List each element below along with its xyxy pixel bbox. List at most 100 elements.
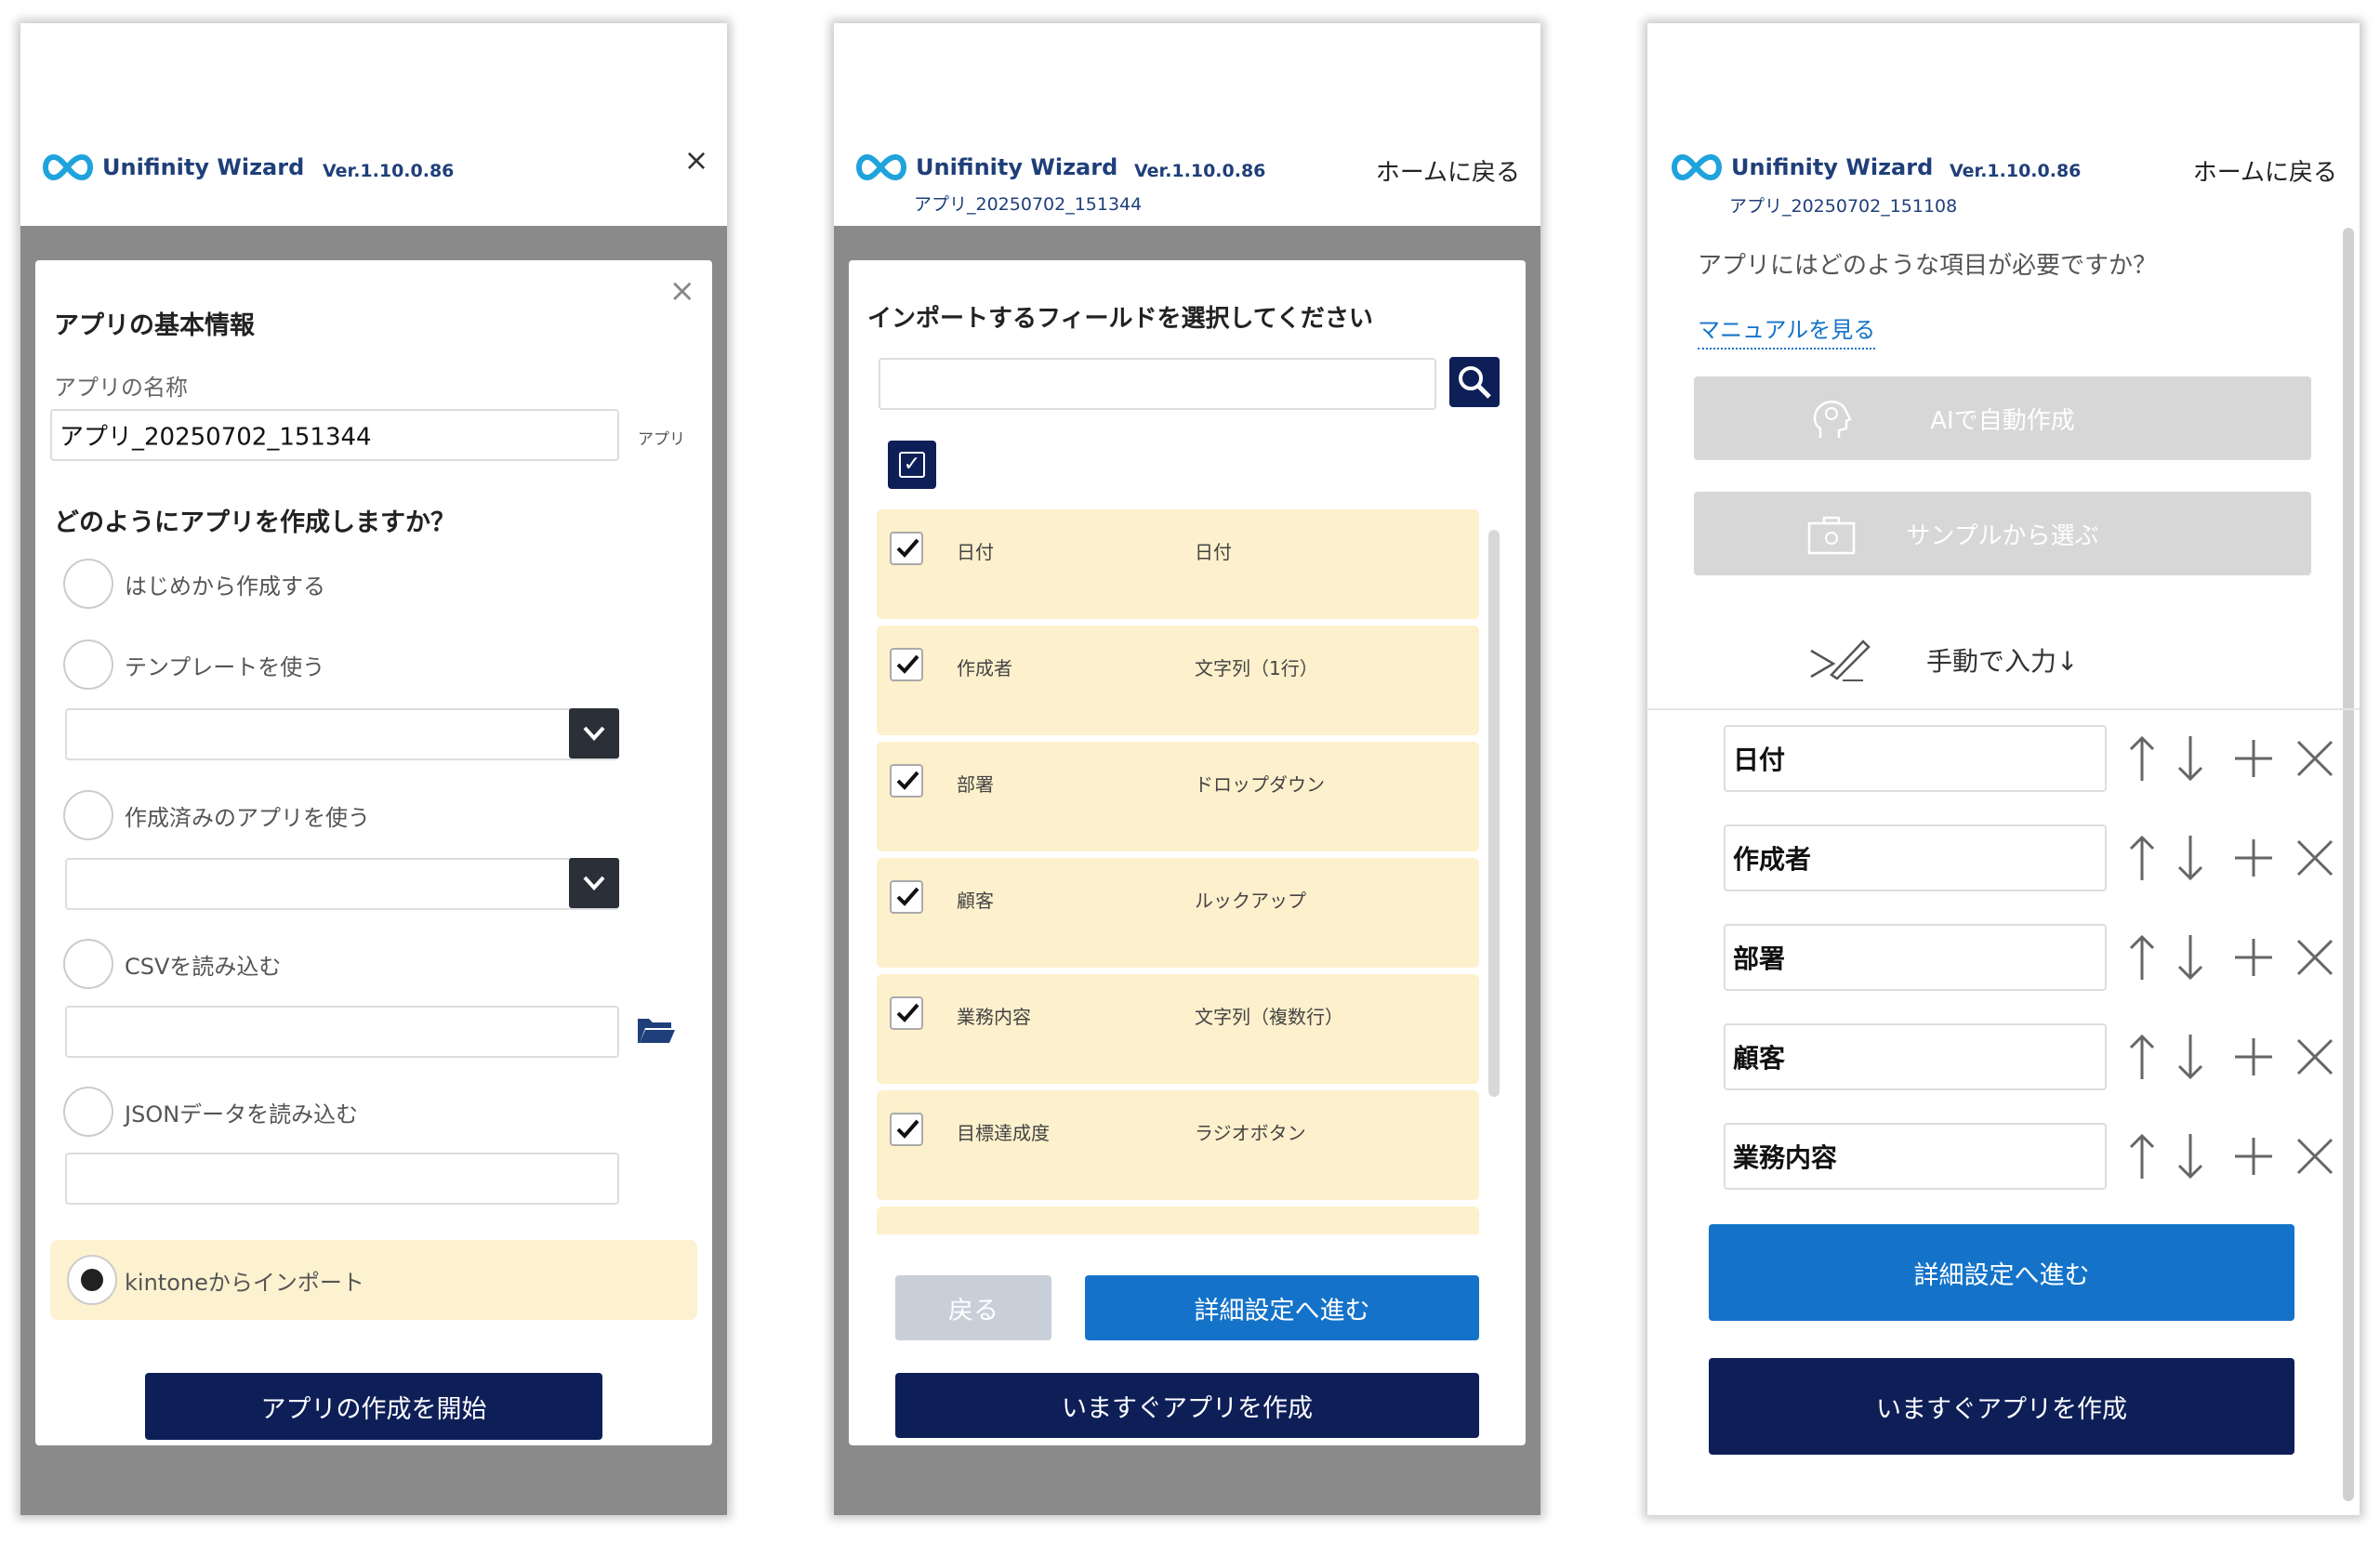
- search-button[interactable]: [1449, 357, 1500, 407]
- delete-item-button[interactable]: [2293, 1128, 2337, 1184]
- option-template[interactable]: テンプレートを使う: [48, 632, 699, 697]
- plus-icon: [2235, 839, 2272, 877]
- create-now-button[interactable]: いますぐアプリを作成: [895, 1373, 1479, 1438]
- option-existing-app[interactable]: 作成済みのアプリを使う: [48, 783, 699, 848]
- sample-select-label: サンプルから選ぶ: [1906, 521, 2099, 550]
- home-link[interactable]: ホームに戻る: [2193, 153, 2337, 188]
- move-up-button[interactable]: [2120, 930, 2164, 985]
- move-down-button[interactable]: [2168, 731, 2213, 786]
- app-name-input[interactable]: アプリ_20250702_151344: [50, 409, 619, 461]
- move-down-button[interactable]: [2168, 1128, 2213, 1184]
- dropdown-button[interactable]: [569, 858, 619, 908]
- list-item[interactable]: 作成者 文字列（1行）: [877, 626, 1479, 735]
- ai-create-label: AIで自動作成: [1930, 406, 2075, 435]
- folder-open-icon[interactable]: [636, 1013, 677, 1047]
- ai-create-button[interactable]: AIで自動作成: [1694, 376, 2311, 460]
- start-create-button[interactable]: アプリの作成を開始: [145, 1373, 602, 1440]
- field-name: 顧客: [957, 890, 994, 912]
- delete-item-button[interactable]: [2293, 731, 2337, 786]
- list-item[interactable]: 日付 日付: [877, 509, 1479, 619]
- close-icon[interactable]: ×: [682, 145, 710, 175]
- check-icon: [896, 538, 919, 558]
- move-up-button[interactable]: [2120, 731, 2164, 786]
- home-link[interactable]: ホームに戻る: [1376, 153, 1520, 188]
- add-item-button[interactable]: [2231, 1128, 2276, 1184]
- list-item[interactable]: 部署 ドロップダウン: [877, 742, 1479, 851]
- move-up-button[interactable]: [2120, 830, 2164, 886]
- infinity-logo-icon: [856, 153, 906, 181]
- arrow-down-icon: [2177, 935, 2203, 981]
- field-name: 業務内容: [957, 1006, 1031, 1028]
- wizard-panel-fields: Unifinity Wizard Ver.1.10.0.86 アプリ_20250…: [1647, 23, 2360, 1515]
- radio-button[interactable]: [63, 640, 113, 690]
- add-item-button[interactable]: [2231, 830, 2276, 886]
- field-item-input[interactable]: 作成者: [1724, 824, 2107, 891]
- advanced-settings-button[interactable]: 詳細設定へ進む: [1085, 1275, 1479, 1340]
- brand-logo: Unifinity Wizard: [853, 144, 1117, 191]
- template-select[interactable]: [65, 708, 619, 760]
- chevron-down-icon: [583, 876, 605, 890]
- select-all-checkbox[interactable]: ✓: [888, 441, 936, 489]
- field-item-input[interactable]: 日付: [1724, 725, 2107, 792]
- radio-button-selected[interactable]: [67, 1255, 117, 1305]
- option-scratch[interactable]: はじめから作成する: [48, 551, 699, 616]
- radio-button[interactable]: [63, 559, 113, 609]
- field-name: 日付: [957, 541, 994, 563]
- list-item[interactable]: 目標達成度 ラジオボタン: [877, 1090, 1479, 1200]
- field-item-input[interactable]: 部署: [1724, 924, 2107, 991]
- move-down-button[interactable]: [2168, 1029, 2213, 1085]
- option-csv[interactable]: CSVを読み込む: [48, 931, 699, 996]
- option-label: JSONデータを読み込む: [125, 1101, 359, 1128]
- add-item-button[interactable]: [2231, 1029, 2276, 1085]
- list-item[interactable]: 業務内容 文字列（複数行）: [877, 974, 1479, 1084]
- move-down-button[interactable]: [2168, 930, 2213, 985]
- field-type: 日付: [1195, 541, 1232, 563]
- manual-input-label: 手動で入力↓: [1926, 646, 2079, 677]
- field-checkbox[interactable]: [890, 880, 923, 914]
- delete-item-button[interactable]: [2293, 830, 2337, 886]
- advanced-settings-button[interactable]: 詳細設定へ進む: [1709, 1224, 2294, 1321]
- create-now-button[interactable]: いますぐアプリを作成: [1709, 1358, 2294, 1455]
- field-checkbox[interactable]: [890, 996, 923, 1030]
- field-checkbox[interactable]: [890, 764, 923, 798]
- manual-link[interactable]: マニュアルを見る: [1698, 311, 1876, 349]
- list-scrollbar[interactable]: [1488, 530, 1500, 1097]
- move-down-button[interactable]: [2168, 830, 2213, 886]
- field-item-row: 作成者: [1647, 824, 2360, 899]
- move-up-button[interactable]: [2120, 1029, 2164, 1085]
- json-file-input[interactable]: [65, 1153, 619, 1205]
- field-item-value: 作成者: [1733, 844, 1812, 875]
- field-type: ラジオボタン: [1195, 1122, 1306, 1144]
- modal-close-icon[interactable]: ×: [669, 275, 696, 307]
- add-item-button[interactable]: [2231, 930, 2276, 985]
- check-icon: [896, 654, 919, 674]
- delete-item-button[interactable]: [2293, 1029, 2337, 1085]
- dropdown-button[interactable]: [569, 708, 619, 758]
- field-item-input[interactable]: 業務内容: [1724, 1123, 2107, 1190]
- field-search-input[interactable]: [879, 358, 1436, 410]
- delete-item-button[interactable]: [2293, 930, 2337, 985]
- radio-button[interactable]: [63, 939, 113, 989]
- list-item[interactable]: 顧客 ルックアップ: [877, 858, 1479, 968]
- field-checkbox[interactable]: [890, 648, 923, 681]
- option-json[interactable]: JSONデータを読み込む: [48, 1079, 699, 1144]
- field-checkbox[interactable]: [890, 1113, 923, 1146]
- search-icon: [1459, 366, 1491, 399]
- radio-button[interactable]: [63, 1087, 113, 1137]
- field-list: 日付 日付 作成者 文字列（1行） 部署 ドロップダウン 顧客 ルックアップ 業…: [877, 509, 1479, 1234]
- existing-app-select[interactable]: [65, 858, 619, 910]
- plus-icon: [2235, 1138, 2272, 1175]
- radio-button[interactable]: [63, 790, 113, 840]
- field-checkbox[interactable]: [890, 532, 923, 565]
- import-title: インポートするフィールドを選択してください: [867, 305, 1373, 333]
- option-kintone[interactable]: kintoneからインポート: [35, 1247, 699, 1312]
- back-button[interactable]: 戻る: [895, 1275, 1051, 1340]
- csv-file-input[interactable]: [65, 1006, 619, 1058]
- field-item-input[interactable]: 顧客: [1724, 1023, 2107, 1090]
- add-item-button[interactable]: [2231, 731, 2276, 786]
- field-item-value: 顧客: [1733, 1043, 1786, 1074]
- sample-select-button[interactable]: サンプルから選ぶ: [1694, 492, 2311, 575]
- move-up-button[interactable]: [2120, 1128, 2164, 1184]
- chevron-down-icon: [583, 726, 605, 741]
- list-item[interactable]: [877, 1207, 1479, 1234]
